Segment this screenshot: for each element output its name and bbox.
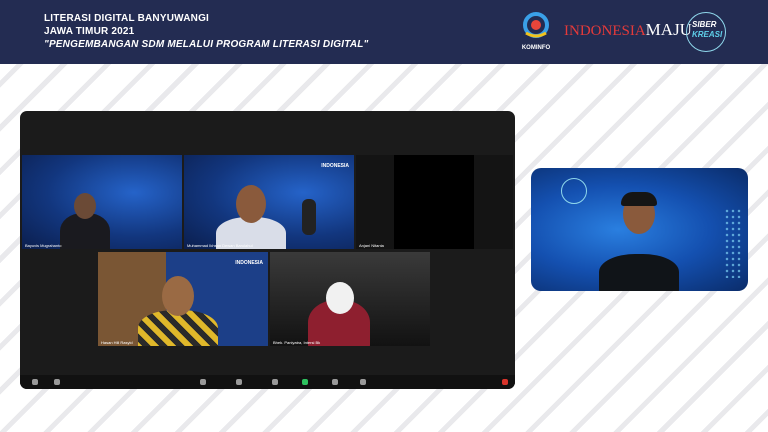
share-screen-icon[interactable] bbox=[302, 379, 308, 385]
maju-text: MAJU bbox=[645, 20, 692, 39]
event-banner: LITERASI DIGITAL BANYUWANGI JAWA TIMUR 2… bbox=[0, 0, 768, 64]
record-icon[interactable] bbox=[332, 379, 338, 385]
microphone-icon bbox=[302, 199, 316, 235]
participant-face bbox=[236, 185, 266, 223]
chat-icon[interactable] bbox=[272, 379, 278, 385]
siberkreasi-logo: SIBER KREASI bbox=[686, 12, 726, 52]
kominfo-label: KOMINFO bbox=[521, 45, 551, 51]
indonesia-badge: INDONESIA bbox=[321, 163, 349, 169]
participant-tile[interactable]: Bhek. Paniyatra, Intersi Bk bbox=[270, 252, 430, 346]
participant-tile[interactable]: Bayuvis Mugrahanto bbox=[22, 155, 182, 249]
participant-tile[interactable]: INDONESIA Muhammad Ikhsan Dewan Barulahu… bbox=[184, 155, 354, 249]
siber-text: SIBER bbox=[692, 20, 717, 29]
participant-name: Anjani Nitanta bbox=[359, 243, 384, 248]
banner-tagline: "PENGEMBANGAN SDM MELALUI PROGRAM LITERA… bbox=[44, 39, 369, 50]
banner-title: LITERASI DIGITAL BANYUWANGI bbox=[44, 13, 210, 24]
participant-name: Bhek. Paniyatra, Intersi Bk bbox=[273, 340, 321, 345]
video-icon[interactable] bbox=[54, 379, 60, 385]
banner-subtitle: JAWA TIMUR 2021 bbox=[44, 26, 135, 37]
security-icon[interactable] bbox=[200, 379, 206, 385]
participant-name: Hasan Hill Rasyid bbox=[101, 340, 133, 345]
participant-video-off bbox=[394, 155, 474, 249]
zoom-gallery-window: Bayuvis Mugrahanto INDONESIA Muhammad Ik… bbox=[20, 111, 515, 389]
participant-name: Bayuvis Mugrahanto bbox=[25, 243, 62, 248]
decor-dots bbox=[724, 208, 742, 278]
kreasi-text: KREASI bbox=[692, 30, 723, 39]
participant-face bbox=[326, 282, 354, 314]
indonesia-maju-logo: INDONESIAMAJU bbox=[564, 20, 692, 40]
participant-face bbox=[74, 193, 96, 219]
indonesia-badge: INDONESIA bbox=[235, 260, 263, 266]
participant-tile[interactable]: INDONESIA Hasan Hill Rasyid bbox=[98, 252, 268, 346]
meeting-toolbar bbox=[20, 375, 515, 389]
participant-tile[interactable]: Anjani Nitanta bbox=[356, 155, 513, 249]
kominfo-logo: KOMINFO bbox=[516, 8, 556, 58]
participant-face bbox=[162, 276, 194, 316]
participants-icon[interactable] bbox=[236, 379, 242, 385]
end-meeting-icon[interactable] bbox=[502, 379, 508, 385]
participant-name: Muhammad Ikhsan Dewan Barulahul bbox=[187, 243, 253, 248]
host-hair bbox=[621, 192, 657, 206]
host-body bbox=[599, 254, 679, 291]
reactions-icon[interactable] bbox=[360, 379, 366, 385]
mute-icon[interactable] bbox=[32, 379, 38, 385]
siberkreasi-watermark bbox=[561, 178, 587, 204]
host-video bbox=[531, 168, 748, 291]
indonesia-text: INDONESIA bbox=[564, 23, 646, 39]
